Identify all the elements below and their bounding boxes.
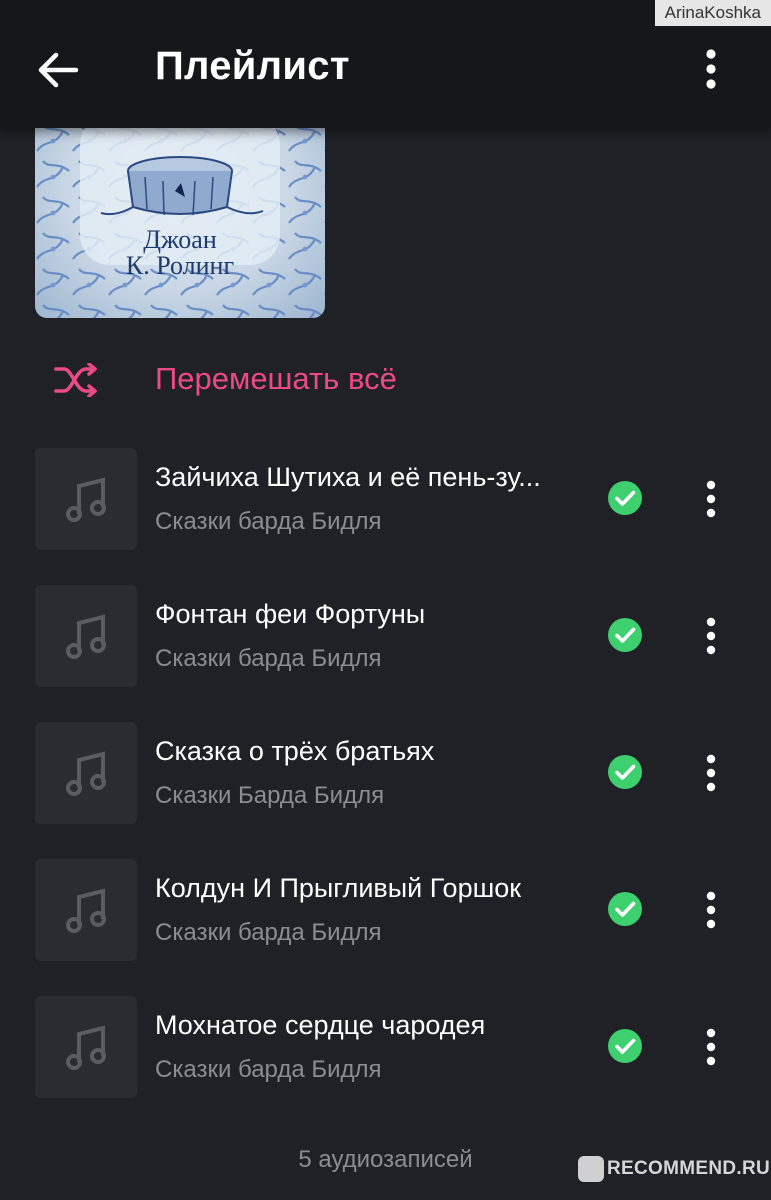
recommend-logo-icon bbox=[578, 1156, 604, 1182]
watermark: ArinaKoshka bbox=[654, 0, 771, 26]
track-thumbnail bbox=[35, 859, 137, 961]
page-title: Плейлист bbox=[155, 44, 350, 88]
track-menu-button[interactable] bbox=[695, 752, 727, 794]
track-artist: Сказки барда Бидля bbox=[155, 919, 382, 946]
track-artist: Сказки барда Бидля bbox=[155, 645, 382, 672]
track-row[interactable]: Сказка о трёх братьях Сказки Барда Бидля bbox=[0, 722, 771, 826]
track-menu-button[interactable] bbox=[695, 1026, 727, 1068]
more-vertical-icon bbox=[706, 617, 716, 655]
track-artist: Сказки Барда Бидля bbox=[155, 782, 385, 809]
track-menu-button[interactable] bbox=[695, 615, 727, 657]
music-note-icon bbox=[66, 1025, 106, 1070]
check-circle-icon bbox=[608, 1029, 642, 1063]
track-title: Фонтан феи Фортуны bbox=[155, 599, 426, 629]
more-vertical-icon bbox=[706, 1028, 716, 1066]
track-row[interactable]: Фонтан феи Фортуны Сказки барда Бидля bbox=[0, 585, 771, 689]
back-button[interactable] bbox=[30, 46, 86, 94]
more-vertical-icon bbox=[706, 480, 716, 518]
track-title: Зайчиха Шутиха и её пень-зу... bbox=[155, 462, 541, 492]
more-vertical-icon bbox=[706, 891, 716, 929]
track-title: Мохнатое сердце чародея bbox=[155, 1010, 486, 1040]
header-menu-button[interactable] bbox=[690, 44, 732, 94]
music-note-icon bbox=[66, 888, 106, 933]
shuffle-all-button[interactable]: Перемешать всё bbox=[0, 345, 771, 415]
check-circle-icon bbox=[608, 755, 642, 789]
shuffle-icon bbox=[54, 363, 97, 397]
track-row[interactable]: Мохнатое сердце чародея Сказки барда Бид… bbox=[0, 996, 771, 1100]
track-thumbnail bbox=[35, 722, 137, 824]
recommend-watermark: RECOMMEND.RU bbox=[607, 1158, 770, 1179]
shuffle-all-label: Перемешать всё bbox=[155, 361, 397, 396]
track-row[interactable]: Зайчиха Шутиха и её пень-зу... Сказки ба… bbox=[0, 448, 771, 552]
music-note-icon bbox=[66, 614, 106, 659]
music-note-icon bbox=[66, 477, 106, 522]
track-artist: Сказки барда Бидля bbox=[155, 508, 382, 535]
track-title: Сказка о трёх братьях bbox=[155, 736, 435, 766]
track-row[interactable]: Колдун И Прыгливый Горшок Сказки барда Б… bbox=[0, 859, 771, 963]
arrow-left-icon bbox=[38, 52, 79, 88]
track-thumbnail bbox=[35, 996, 137, 1098]
cover-author-line2: К. Ролинг bbox=[125, 251, 235, 280]
track-thumbnail bbox=[35, 448, 137, 550]
track-menu-button[interactable] bbox=[695, 478, 727, 520]
check-circle-icon bbox=[608, 618, 642, 652]
more-vertical-icon bbox=[706, 49, 716, 89]
track-menu-button[interactable] bbox=[695, 889, 727, 931]
check-circle-icon bbox=[608, 481, 642, 515]
music-note-icon bbox=[66, 751, 106, 796]
track-artist: Сказки барда Бидля bbox=[155, 1056, 382, 1083]
track-title: Колдун И Прыгливый Горшок bbox=[155, 873, 522, 903]
check-circle-icon bbox=[608, 892, 642, 926]
track-thumbnail bbox=[35, 585, 137, 687]
more-vertical-icon bbox=[706, 754, 716, 792]
